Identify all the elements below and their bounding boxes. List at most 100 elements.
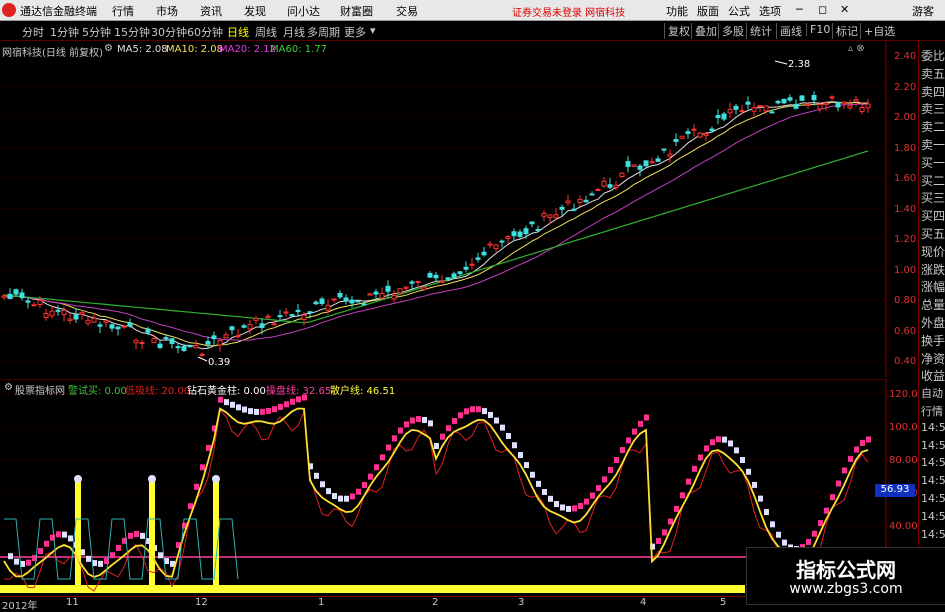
candle-body bbox=[751, 107, 757, 112]
candle-body bbox=[169, 338, 175, 344]
period-tab-15min[interactable]: 15分钟 bbox=[114, 24, 150, 40]
gear-icon[interactable]: ⚙ bbox=[104, 43, 113, 54]
operate-bar bbox=[290, 398, 295, 405]
quote-panel-item[interactable]: 14:50 bbox=[921, 439, 945, 452]
period-tab-timeshare[interactable]: 分时 bbox=[22, 24, 44, 40]
quote-panel-item[interactable]: 买三 bbox=[921, 189, 945, 206]
candle-body bbox=[469, 263, 475, 266]
more-dropdown-icon[interactable]: ▾ bbox=[370, 24, 376, 37]
add-favorite-button[interactable]: +自选 bbox=[860, 23, 898, 39]
adjust-button[interactable]: 复权 bbox=[664, 23, 693, 39]
menu-item-ask[interactable]: 问小达 bbox=[287, 3, 320, 19]
menu-item-function[interactable]: 功能 bbox=[666, 3, 688, 19]
operate-bar bbox=[248, 408, 253, 415]
operate-bar bbox=[380, 454, 385, 461]
quote-panel-item[interactable]: 14:50 bbox=[921, 492, 945, 505]
operate-bar bbox=[842, 467, 847, 474]
menu-item-market-center[interactable]: 市场 bbox=[156, 3, 178, 19]
price-chart-pane[interactable]: 网宿科技(日线 前复权) ⚙ MA5: 2.08 MA10: 2.08 MA20… bbox=[0, 41, 888, 377]
candle-body bbox=[175, 346, 181, 349]
indicator-gear-icon[interactable]: ⚙ bbox=[4, 382, 13, 393]
quote-panel-item[interactable]: 14:50 bbox=[921, 528, 945, 541]
quote-panel-item[interactable]: 买五 bbox=[921, 225, 945, 242]
quote-panel-item[interactable]: 14:50 bbox=[921, 421, 945, 434]
restore-icon[interactable]: ◻ bbox=[818, 3, 827, 16]
operate-bar bbox=[668, 518, 673, 525]
candle-body bbox=[763, 105, 769, 112]
quote-panel-item[interactable]: 买二 bbox=[921, 172, 945, 189]
period-tab-monthly[interactable]: 月线 bbox=[283, 24, 305, 40]
close-icon[interactable]: ✕ bbox=[840, 3, 849, 16]
candle-body bbox=[655, 158, 661, 162]
zoom-icon[interactable]: ▵ ⊗ bbox=[848, 43, 865, 54]
quote-panel-item[interactable]: 卖四 bbox=[921, 83, 945, 100]
menu-item-formula[interactable]: 公式 bbox=[728, 3, 750, 19]
quote-panel-item[interactable]: 自动 bbox=[921, 385, 943, 401]
candle-body bbox=[553, 214, 559, 219]
quote-panel-item[interactable]: 14:50 bbox=[921, 456, 945, 469]
menu-item-options[interactable]: 选项 bbox=[759, 3, 781, 19]
candle-body bbox=[685, 131, 691, 134]
operate-bar bbox=[530, 471, 535, 478]
operate-bar bbox=[692, 465, 697, 472]
period-tab-multi[interactable]: 多周期 bbox=[307, 24, 340, 40]
menu-item-trade[interactable]: 交易 bbox=[396, 3, 418, 19]
period-tab-weekly[interactable]: 周线 bbox=[255, 24, 277, 40]
quote-panel-item[interactable]: 卖五 bbox=[921, 65, 945, 82]
candle-body bbox=[475, 257, 481, 260]
operate-bar bbox=[812, 530, 817, 537]
quote-panel-item[interactable]: 涨跌 bbox=[921, 261, 945, 278]
quote-panel-item[interactable]: 卖三 bbox=[921, 100, 945, 117]
quote-panel-item[interactable]: 14:50 bbox=[921, 474, 945, 487]
guest-label[interactable]: 游客 bbox=[912, 3, 934, 19]
quote-panel-item[interactable]: 换手 bbox=[921, 332, 945, 349]
quote-panel-item[interactable]: 卖二 bbox=[921, 118, 945, 135]
candle-body bbox=[595, 188, 601, 191]
operate-bar bbox=[218, 396, 223, 403]
quote-panel-item[interactable]: 行情 bbox=[921, 403, 943, 419]
menu-item-wealth[interactable]: 财富圈 bbox=[340, 3, 373, 19]
menu-item-discover[interactable]: 发现 bbox=[244, 3, 266, 19]
price-chart-svg[interactable] bbox=[0, 41, 888, 377]
quote-panel-item[interactable]: 现价 bbox=[921, 243, 945, 260]
period-tab-daily[interactable]: 日线 bbox=[227, 24, 249, 40]
login-alert[interactable]: 证券交易未登录 网宿科技 bbox=[512, 4, 625, 19]
period-tab-1min[interactable]: 1分钟 bbox=[50, 24, 79, 40]
period-tab-more[interactable]: 更多 bbox=[344, 24, 366, 40]
quote-panel-item[interactable]: 收益 bbox=[921, 367, 945, 384]
candle-body bbox=[163, 337, 169, 340]
quote-panel-item[interactable]: 委比 bbox=[921, 47, 945, 64]
operate-bar bbox=[434, 443, 439, 450]
price-tick-label: 0.60 bbox=[894, 325, 917, 337]
quote-panel-item[interactable]: 涨幅 bbox=[921, 278, 945, 295]
mark-button[interactable]: 标记 bbox=[832, 23, 861, 39]
f10-button[interactable]: F10 bbox=[806, 23, 833, 36]
candle-body bbox=[37, 300, 43, 306]
candle-body bbox=[145, 328, 151, 333]
menu-item-news[interactable]: 资讯 bbox=[200, 3, 222, 19]
multi-stock-button[interactable]: 多股 bbox=[718, 23, 747, 39]
candle-body bbox=[493, 244, 499, 249]
quote-panel-item[interactable]: 14:50 bbox=[921, 510, 945, 523]
menu-item-market[interactable]: 行情 bbox=[112, 3, 134, 19]
candle-body bbox=[805, 103, 811, 106]
draw-line-button[interactable]: 画线 bbox=[776, 23, 805, 39]
menu-item-layout[interactable]: 版面 bbox=[697, 3, 719, 19]
candle-body bbox=[91, 317, 97, 323]
quote-panel-item[interactable]: 买一 bbox=[921, 154, 945, 171]
minimize-icon[interactable]: ─ bbox=[796, 3, 803, 16]
candle-body bbox=[235, 335, 241, 338]
period-tab-60min[interactable]: 60分钟 bbox=[187, 24, 223, 40]
candle-body bbox=[211, 335, 217, 340]
overlay-button[interactable]: 叠加 bbox=[691, 23, 720, 39]
quote-panel-item[interactable]: 买四 bbox=[921, 207, 945, 224]
quote-panel-item[interactable]: 总量 bbox=[921, 296, 945, 313]
quote-panel-item[interactable]: 外盘 bbox=[921, 314, 945, 331]
quote-panel-item[interactable]: 净资 bbox=[921, 350, 945, 367]
period-tab-30min[interactable]: 30分钟 bbox=[151, 24, 187, 40]
candle-body bbox=[277, 315, 283, 318]
statistics-button[interactable]: 统计 bbox=[746, 23, 775, 39]
quote-panel-item[interactable]: 卖一 bbox=[921, 136, 945, 153]
period-tab-5min[interactable]: 5分钟 bbox=[82, 24, 111, 40]
operate-bar bbox=[728, 440, 733, 447]
